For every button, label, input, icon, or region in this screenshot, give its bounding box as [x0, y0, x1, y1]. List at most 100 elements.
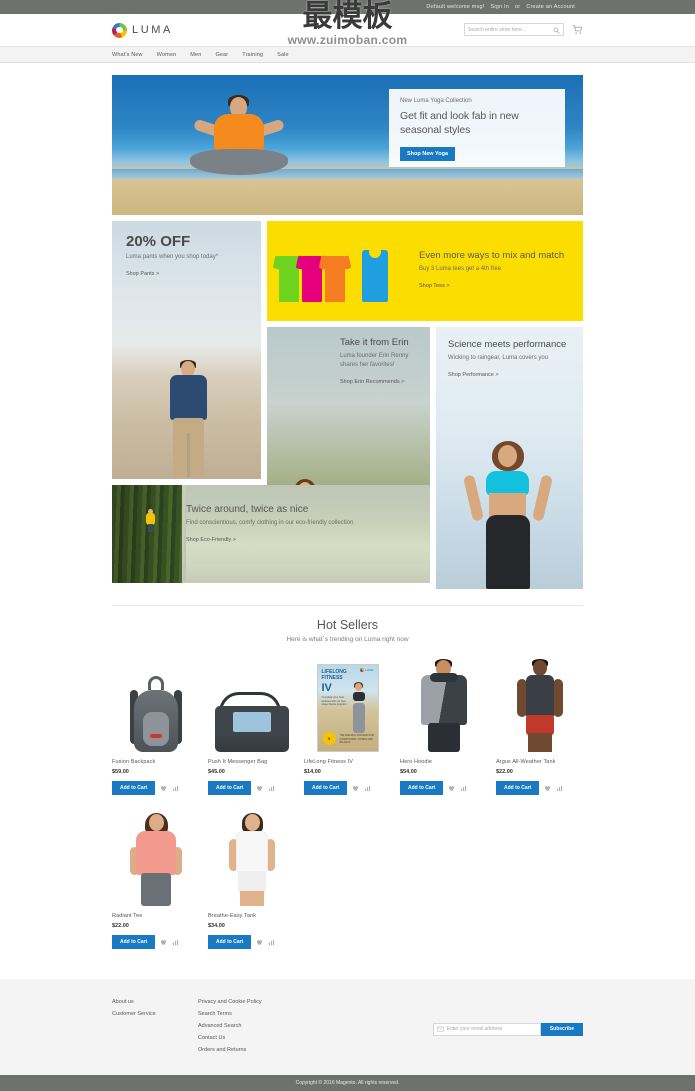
tees-illustration — [279, 240, 388, 302]
compare-icon[interactable] — [172, 785, 179, 792]
nav-item-women[interactable]: Women — [157, 52, 177, 58]
product-card[interactable]: Fusion Backpack $59.00 Add to Cart — [112, 657, 199, 795]
product-grid: Fusion Backpack $59.00 Add to Cart Push … — [112, 657, 583, 949]
product-card[interactable]: Hero Hoodie $54.00 Add to Cart — [400, 657, 487, 795]
footer-link-customer-service[interactable]: Customer Service — [112, 1011, 198, 1017]
product-name[interactable]: Breathe-Easy Tank — [208, 913, 295, 919]
footer-columns: About us Customer Service Privacy and Co… — [112, 999, 583, 1059]
hero-eyebrow: New Luma Yoga Collection — [400, 98, 472, 104]
newsletter-input-wrap[interactable] — [432, 1022, 541, 1036]
tees-description: Buy 3 Luma tees get a 4th free — [419, 266, 502, 273]
add-to-cart-button[interactable]: Add to Cart — [112, 935, 156, 949]
product-image-radiant-tee[interactable] — [112, 811, 199, 906]
shop-pants-link[interactable]: Shop Pants > — [126, 271, 159, 277]
product-card[interactable]: LUMA LIFELONG FITNESS IV Complete your b… — [304, 657, 391, 795]
subscribe-button[interactable]: Subscribe — [540, 1022, 583, 1036]
add-to-cart-button[interactable]: Add to Cart — [400, 781, 444, 795]
nav-item-sale[interactable]: Sale — [277, 52, 289, 58]
add-to-cart-button[interactable]: Add to Cart — [208, 781, 252, 795]
product-price: $14.00 — [304, 769, 321, 775]
add-to-cart-button[interactable]: Add to Cart — [208, 935, 252, 949]
product-image-push-it-messenger-bag[interactable] — [208, 657, 295, 752]
product-image-fusion-backpack[interactable] — [112, 657, 199, 752]
compare-icon[interactable] — [268, 785, 275, 792]
search-icon[interactable] — [553, 27, 560, 34]
pants-description: Luma pants when you shop today* — [126, 254, 219, 260]
footer-link-search-terms[interactable]: Search Terms — [198, 1011, 378, 1017]
promo-tile-tees[interactable]: Even more ways to mix and match Buy 3 Lu… — [267, 221, 583, 321]
copyright-bar: Copyright © 2016 Magento. All rights res… — [0, 1075, 695, 1091]
product-image-breathe-easy-tank[interactable] — [208, 811, 295, 906]
newsletter-email-input[interactable] — [446, 1026, 537, 1032]
dvd-case-illustration: LUMA LIFELONG FITNESS IV Complete your b… — [316, 664, 379, 752]
heart-icon[interactable] — [256, 785, 263, 792]
luma-ring-icon — [359, 668, 364, 672]
search-box[interactable] — [464, 23, 564, 36]
product-name[interactable]: LifeLong Fitness IV — [304, 759, 391, 765]
heart-icon[interactable] — [160, 939, 167, 946]
compare-icon[interactable] — [364, 785, 371, 792]
product-actions: Add to Cart — [208, 935, 295, 949]
heart-icon[interactable] — [256, 939, 263, 946]
main-navigation: What's New Women Men Gear Training Sale — [0, 46, 695, 63]
nav-item-whats-new[interactable]: What's New — [112, 52, 143, 58]
heart-icon[interactable] — [352, 785, 359, 792]
footer-link-about-us[interactable]: About us — [112, 999, 198, 1005]
search-input[interactable] — [468, 26, 553, 33]
shopping-cart-icon[interactable] — [572, 24, 583, 35]
promo-tile-science[interactable]: Science meets performance Wicking to rai… — [436, 327, 583, 589]
product-actions: Add to Cart — [304, 781, 391, 795]
shop-erin-recommends-link[interactable]: Shop Erin Recommends > — [340, 379, 404, 385]
heart-icon[interactable] — [448, 785, 455, 792]
performance-model-illustration — [448, 441, 570, 589]
product-image-lifelong-fitness-iv[interactable]: LUMA LIFELONG FITNESS IV Complete your b… — [304, 657, 391, 752]
shop-performance-link[interactable]: Shop Performance > — [448, 372, 499, 378]
dvd-footer-text: THE LIFELONG PROGRAM FOR CONDITIONING, F… — [339, 735, 375, 744]
heart-icon[interactable] — [544, 785, 551, 792]
hero-yoga-model-illustration — [174, 95, 304, 191]
hiker-illustration — [146, 509, 155, 532]
product-name[interactable]: Radiant Tee — [112, 913, 199, 919]
backpack-illustration — [128, 674, 184, 752]
footer-link-privacy-and-cookie-policy[interactable]: Privacy and Cookie Policy — [198, 999, 378, 1005]
product-image-hero-hoodie[interactable] — [400, 657, 487, 752]
product-image-argus-all-weather-tank[interactable] — [496, 657, 583, 752]
promo-tile-eco-friendly[interactable]: Twice around, twice as nice Find conscie… — [112, 485, 430, 583]
heart-icon[interactable] — [160, 785, 167, 792]
product-card[interactable]: Breathe-Easy Tank $34.00 Add to Cart — [208, 811, 295, 949]
promo-tile-pants[interactable]: 20% OFF Luma pants when you shop today* … — [112, 221, 261, 479]
envelope-icon — [436, 1026, 444, 1032]
footer-link-contact-us[interactable]: Contact Us — [198, 1035, 378, 1041]
product-name[interactable]: Push It Messenger Bag — [208, 759, 295, 765]
create-account-link[interactable]: Create an Account — [526, 4, 575, 10]
nav-item-gear[interactable]: Gear — [215, 52, 228, 58]
eco-text-block: Twice around, twice as nice Find conscie… — [186, 503, 430, 546]
product-name[interactable]: Fusion Backpack — [112, 759, 199, 765]
compare-icon[interactable] — [268, 939, 275, 946]
compare-icon[interactable] — [460, 785, 467, 792]
dvd-title-lines: LIFELONG FITNESS — [322, 669, 347, 681]
add-to-cart-button[interactable]: Add to Cart — [496, 781, 540, 795]
footer-link-orders-and-returns[interactable]: Orders and Returns — [198, 1047, 378, 1053]
product-card[interactable]: Push It Messenger Bag $45.00 Add to Cart — [208, 657, 295, 795]
promo-grid: 20% OFF Luma pants when you shop today* … — [112, 221, 583, 589]
hero-banner[interactable]: New Luma Yoga Collection Get fit and loo… — [112, 75, 583, 215]
shop-new-yoga-button[interactable]: Shop New Yoga — [400, 146, 456, 161]
compare-icon[interactable] — [172, 939, 179, 946]
shop-tees-link[interactable]: Shop Tees > — [419, 283, 450, 289]
add-to-cart-button[interactable]: Add to Cart — [112, 781, 156, 795]
product-name[interactable]: Argus All-Weather Tank — [496, 759, 583, 765]
product-actions: Add to Cart — [208, 781, 295, 795]
product-grid-spacer — [304, 811, 391, 949]
logo[interactable]: LUMA — [112, 22, 173, 38]
sign-in-link[interactable]: Sign In — [491, 4, 510, 10]
shop-eco-friendly-link[interactable]: Shop Eco-Friendly > — [186, 537, 236, 543]
product-card[interactable]: Argus All-Weather Tank $22.00 Add to Car… — [496, 657, 583, 795]
breathe-easy-model-illustration — [225, 813, 279, 906]
compare-icon[interactable] — [556, 785, 563, 792]
nav-item-men[interactable]: Men — [190, 52, 201, 58]
nav-item-training[interactable]: Training — [242, 52, 263, 58]
product-card[interactable]: Radiant Tee $22.00 Add to Cart — [112, 811, 199, 949]
add-to-cart-button[interactable]: Add to Cart — [304, 781, 348, 795]
product-name[interactable]: Hero Hoodie — [400, 759, 487, 765]
